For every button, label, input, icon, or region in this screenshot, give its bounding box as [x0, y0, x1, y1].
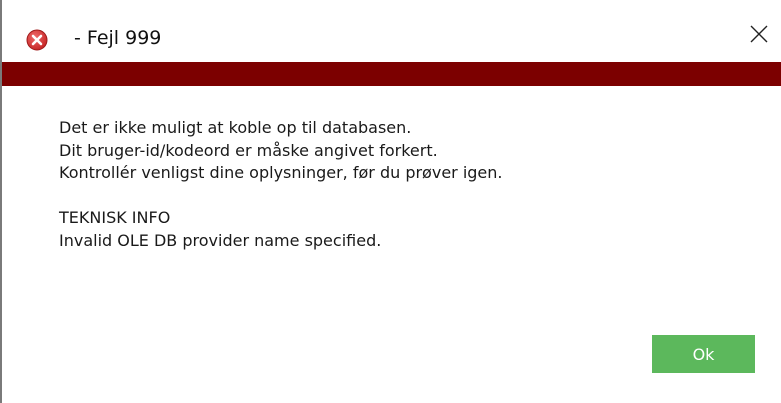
tech-info-heading: TEKNISK INFO: [59, 208, 171, 227]
error-icon: [26, 29, 48, 51]
title-bar: - Fejl 999: [2, 0, 781, 62]
message-body: Det er ikke muligt at koble op til datab…: [59, 117, 759, 252]
message-line: Det er ikke muligt at koble op til datab…: [59, 118, 412, 137]
message-line: Kontrollér venligst dine oplysninger, fø…: [59, 163, 503, 182]
error-dialog: - Fejl 999 Det er ikke muligt at koble o…: [0, 0, 781, 403]
message-line: Dit bruger-id/kodeord er måske angivet f…: [59, 140, 438, 160]
close-icon: [749, 24, 769, 48]
ok-button[interactable]: Ok: [652, 335, 755, 373]
close-button[interactable]: [737, 14, 781, 58]
window-title: - Fejl 999: [68, 27, 162, 49]
accent-bar: [2, 62, 781, 86]
tech-info-detail: Invalid OLE DB provider name specified.: [59, 230, 382, 250]
